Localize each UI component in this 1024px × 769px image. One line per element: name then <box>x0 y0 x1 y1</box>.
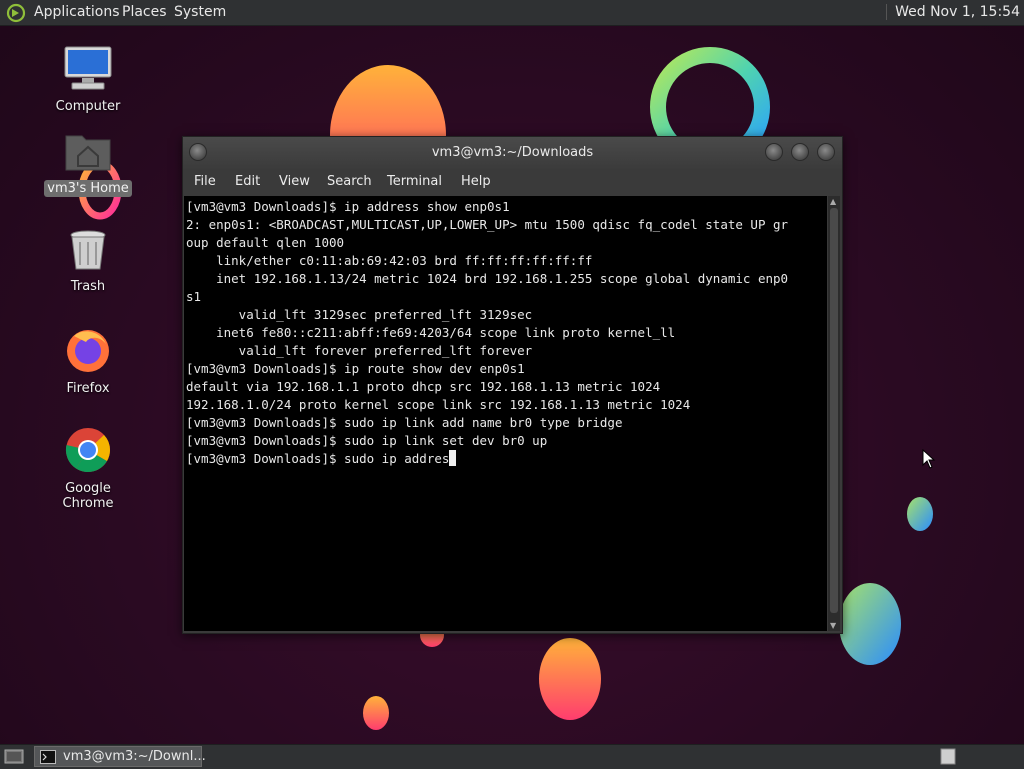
window-title: vm3@vm3:~/Downloads <box>431 145 594 160</box>
menu-file[interactable]: File <box>194 174 216 189</box>
desktop-icon-home[interactable]: vm3's Home <box>38 128 138 197</box>
terminal-line: inet6 fe80::c211:abff:fe69:4203/64 scope… <box>186 325 676 340</box>
terminal-line: valid_lft 3129sec preferred_lft 3129sec <box>186 307 533 322</box>
terminal-line: s1 <box>186 289 202 304</box>
terminal-output[interactable]: [vm3@vm3 Downloads]$ ip address show enp… <box>184 196 827 631</box>
terminal-line: [vm3@vm3 Downloads]$ sudo ip link set de… <box>186 433 548 448</box>
mate-logo-icon[interactable] <box>6 3 26 23</box>
terminal-line: [vm3@vm3 Downloads]$ ip address show enp… <box>186 199 510 214</box>
terminal-line: [vm3@vm3 Downloads]$ sudo ip link add na… <box>186 415 623 430</box>
terminal-line: link/ether c0:11:ab:69:42:03 brd ff:ff:f… <box>186 253 593 268</box>
computer-icon <box>64 46 112 90</box>
desktop-icon-label: Trash <box>70 279 106 294</box>
scroll-up-icon[interactable]: ▲ <box>830 197 836 206</box>
top-panel: Applications Places System Wed Nov 1, 15… <box>0 0 1024 26</box>
terminal-line: inet 192.168.1.13/24 metric 1024 brd 192… <box>186 271 789 286</box>
menu-terminal[interactable]: Terminal <box>387 174 442 189</box>
clock[interactable]: Wed Nov 1, 15:54 <box>886 4 1020 20</box>
text-cursor <box>449 450 457 466</box>
menu-places[interactable]: Places <box>122 4 167 20</box>
menu-view[interactable]: View <box>279 174 310 189</box>
desktop-icon-label: Computer <box>55 99 121 114</box>
window-titlebar[interactable]: vm3@vm3:~/Downloads <box>183 137 842 169</box>
maximize-icon[interactable] <box>791 143 809 161</box>
workspace-switcher-icon[interactable] <box>940 748 956 765</box>
terminal-icon <box>40 750 56 764</box>
terminal-input-text: [vm3@vm3 Downloads]$ sudo ip addres <box>186 451 450 466</box>
taskbar-item-terminal[interactable]: vm3@vm3:~/Downl... <box>34 746 206 767</box>
close-icon[interactable] <box>817 143 835 161</box>
terminal-window[interactable]: vm3@vm3:~/Downloads File Edit View Searc… <box>182 136 843 634</box>
chrome-icon <box>65 428 110 473</box>
trash-icon <box>70 230 106 270</box>
desktop-icon-label: vm3's Home <box>44 180 132 197</box>
terminal-line: valid_lft forever preferred_lft forever <box>186 343 533 358</box>
mouse-pointer-icon <box>922 449 936 469</box>
terminal-line: [vm3@vm3 Downloads]$ ip route show dev e… <box>186 361 525 376</box>
show-desktop-icon[interactable] <box>4 748 24 766</box>
bottom-panel: vm3@vm3:~/Downl... <box>0 744 1024 769</box>
menu-system[interactable]: System <box>174 4 226 20</box>
desktop-icon-firefox[interactable]: Firefox <box>38 326 138 397</box>
scroll-down-icon[interactable]: ▼ <box>830 621 836 630</box>
terminal-line: 192.168.1.0/24 proto kernel scope link s… <box>186 397 691 412</box>
menu-applications[interactable]: Applications <box>34 4 120 20</box>
desktop-icon-chrome[interactable]: Google Chrome <box>38 426 138 512</box>
terminal-line: default via 192.168.1.1 proto dhcp src 1… <box>186 379 661 394</box>
desktop-icon-label: Firefox <box>66 381 110 396</box>
menu-help[interactable]: Help <box>461 174 491 189</box>
minimize-icon[interactable] <box>765 143 783 161</box>
scrollbar-thumb[interactable] <box>830 208 838 613</box>
firefox-icon <box>67 330 109 372</box>
home-folder-icon <box>65 135 111 171</box>
terminal-scrollbar[interactable]: ▲ ▼ <box>828 196 840 631</box>
menu-edit[interactable]: Edit <box>235 174 260 189</box>
desktop-icon-label: Google Chrome <box>62 481 114 511</box>
desktop-icon-trash[interactable]: Trash <box>38 228 138 295</box>
desktop-icon-computer[interactable]: Computer <box>38 44 138 115</box>
terminal-menubar: File Edit View Search Terminal Help <box>183 169 842 195</box>
menu-search[interactable]: Search <box>327 174 372 189</box>
terminal-line: oup default qlen 1000 <box>186 235 345 250</box>
taskbar-item-label: vm3@vm3:~/Downl... <box>63 749 206 764</box>
terminal-current-line[interactable]: [vm3@vm3 Downloads]$ sudo ip addres <box>186 450 827 468</box>
terminal-line: 2: enp0s1: <BROADCAST,MULTICAST,UP,LOWER… <box>186 217 789 232</box>
